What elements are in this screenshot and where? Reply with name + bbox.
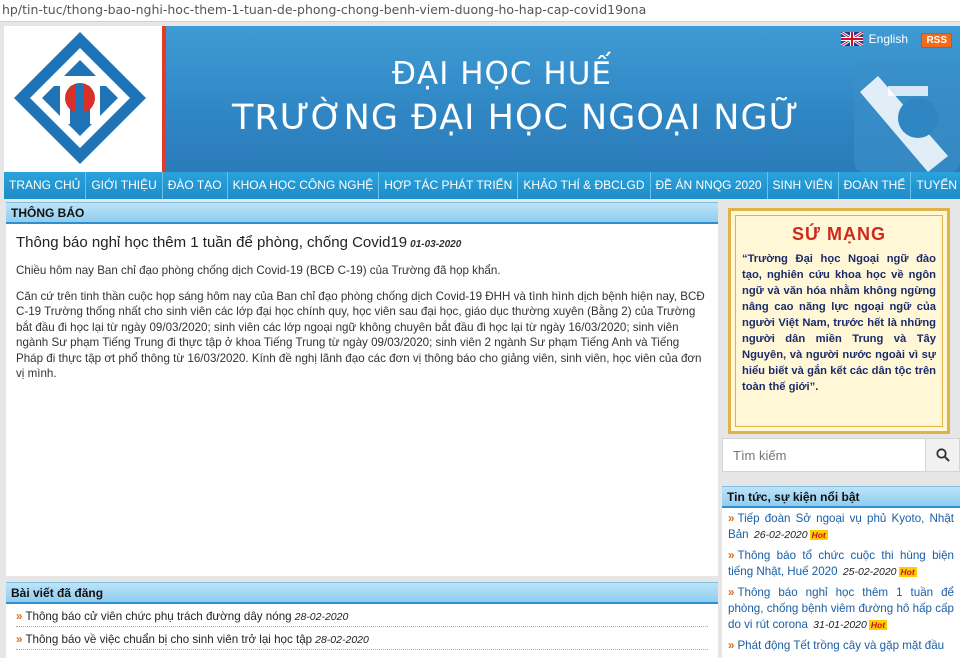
posted-item-title[interactable]: Thông báo về việc chuẩn bị cho sinh viên… xyxy=(25,633,312,646)
search-icon xyxy=(935,448,950,462)
article-date: 01-03-2020 xyxy=(410,239,462,250)
nav-item-about[interactable]: GIỚI THIỆU xyxy=(86,172,163,199)
article-paragraph: Căn cứ trên tinh thần cuộc họp sáng hôm … xyxy=(16,289,705,381)
section-title-news: Tin tức, sự kiện nổi bật xyxy=(722,486,960,508)
chevron-right-icon: » xyxy=(16,633,23,646)
article-title: Thông báo nghỉ học thêm 1 tuần để phòng,… xyxy=(16,234,718,251)
announcement-panel: THÔNG BÁO Thông báo nghỉ học thêm 1 tuần… xyxy=(6,202,718,576)
mission-title: SỨ MẠNG xyxy=(792,224,886,244)
search-button[interactable] xyxy=(925,439,959,471)
uk-flag-icon xyxy=(840,32,863,46)
mission-frame: SỨ MẠNG “Trường Đại học Ngoại ngữ đào tạ… xyxy=(735,215,943,427)
search-input[interactable] xyxy=(723,439,925,471)
nav-item-testing[interactable]: KHẢO THÍ & ĐBCLGD xyxy=(518,172,651,199)
posted-item-date: 28-02-2020 xyxy=(315,634,369,646)
nav-item-unions[interactable]: ĐOÀN THỂ xyxy=(839,172,912,199)
article-title-text: Thông báo nghỉ học thêm 1 tuần để phòng,… xyxy=(16,234,408,251)
news-item-date: 25-02-2020 xyxy=(842,566,897,578)
banner-stripe-red xyxy=(162,26,166,172)
chevron-right-icon: » xyxy=(16,610,23,623)
chevron-right-icon: » xyxy=(728,586,735,599)
section-title-posted: Bài viết đã đăng xyxy=(6,582,718,604)
nav-item-training[interactable]: ĐÀO TẠO xyxy=(163,172,228,199)
main-nav: TRANG CHỦ GIỚI THIỆU ĐÀO TẠO KHOA HỌC CÔ… xyxy=(4,172,960,199)
article-paragraph: Chiều hôm nay Ban chỉ đạo phòng chống dị… xyxy=(16,264,501,277)
mission-text: “Trường Đại học Ngoại ngữ đào tạo, nghiê… xyxy=(742,253,936,393)
university-logo[interactable] xyxy=(4,26,156,172)
language-label: English xyxy=(868,32,908,46)
section-title-announcement: THÔNG BÁO xyxy=(6,202,718,224)
banner-title-university: ĐẠI HỌC HUẾ xyxy=(392,56,613,92)
news-item-date: 26-02-2020 xyxy=(753,529,808,541)
nav-item-home[interactable]: TRANG CHỦ xyxy=(4,172,87,199)
nav-item-project[interactable]: ĐỀ ÁN NNQG 2020 xyxy=(651,172,768,199)
nav-item-admissions[interactable]: TUYỂN SINH xyxy=(911,172,960,199)
search-box xyxy=(722,438,960,472)
posted-item-date: 28-02-2020 xyxy=(294,611,349,623)
posted-articles-panel: Bài viết đã đăng » Thông báo cử viên chức… xyxy=(6,582,718,658)
nav-item-science[interactable]: KHOA HỌC CÔNG NGHỆ xyxy=(228,172,380,199)
rss-button[interactable]: RSS xyxy=(921,33,952,48)
chevron-right-icon: » xyxy=(728,639,735,652)
nav-item-cooperation[interactable]: HỢP TÁC PHÁT TRIỂN xyxy=(379,172,519,199)
posted-item-title[interactable]: Thông báo cử viên chức phụ trách đường d… xyxy=(25,610,291,623)
site-banner: ĐẠI HỌC HUẾ TRƯỜNG ĐẠI HỌC NGOẠI NGỮ Eng… xyxy=(4,26,960,172)
news-item-date: 31-01-2020 xyxy=(813,619,867,631)
list-item[interactable]: » Thông báo cử viên chức phụ trách đường … xyxy=(16,604,708,627)
language-switch[interactable]: English xyxy=(840,32,908,46)
hot-badge: Hot xyxy=(868,619,888,630)
list-item[interactable]: » Thông báo nghỉ học thêm 1 tuần để phòng… xyxy=(722,582,960,635)
list-item[interactable]: » Thông báo về việc chuẩn bị cho sinh viê… xyxy=(16,627,708,650)
nav-item-students[interactable]: SINH VIÊN xyxy=(768,172,839,199)
news-item-title[interactable]: Thông báo tổ chức cuộc thi hùng biện tiế… xyxy=(728,549,954,578)
address-bar[interactable]: hp/tin-tuc/thong-bao-nghi-hoc-them-1-tua… xyxy=(0,0,960,22)
sidebar: SỨ MẠNG “Trường Đại học Ngoại ngữ đào tạ… xyxy=(722,202,960,658)
featured-news-panel: Tin tức, sự kiện nổi bật » Tiếp đoàn Sở n… xyxy=(722,486,960,658)
list-item[interactable]: » Tiếp đoàn Sở ngoại vụ phủ Kyoto, Nhật B… xyxy=(722,508,960,545)
hot-badge: Hot xyxy=(809,529,828,540)
mission-box[interactable]: SỨ MẠNG “Trường Đại học Ngoại ngữ đào tạ… xyxy=(728,208,950,434)
list-item[interactable]: » Phát động Tết trồng cây và gặp mặt đầu xyxy=(722,635,960,656)
banner-logo-art xyxy=(854,60,960,172)
list-item[interactable]: » Thông báo tổ chức cuộc thi hùng biện ti… xyxy=(722,545,960,582)
banner-title-school: TRƯỜNG ĐẠI HỌC NGOẠI NGỮ xyxy=(232,98,800,138)
chevron-right-icon: » xyxy=(728,549,735,562)
hot-badge: Hot xyxy=(898,566,917,577)
chevron-right-icon: » xyxy=(728,512,735,525)
news-item-title[interactable]: Phát động Tết trồng cây và gặp mặt đầu xyxy=(737,639,944,652)
